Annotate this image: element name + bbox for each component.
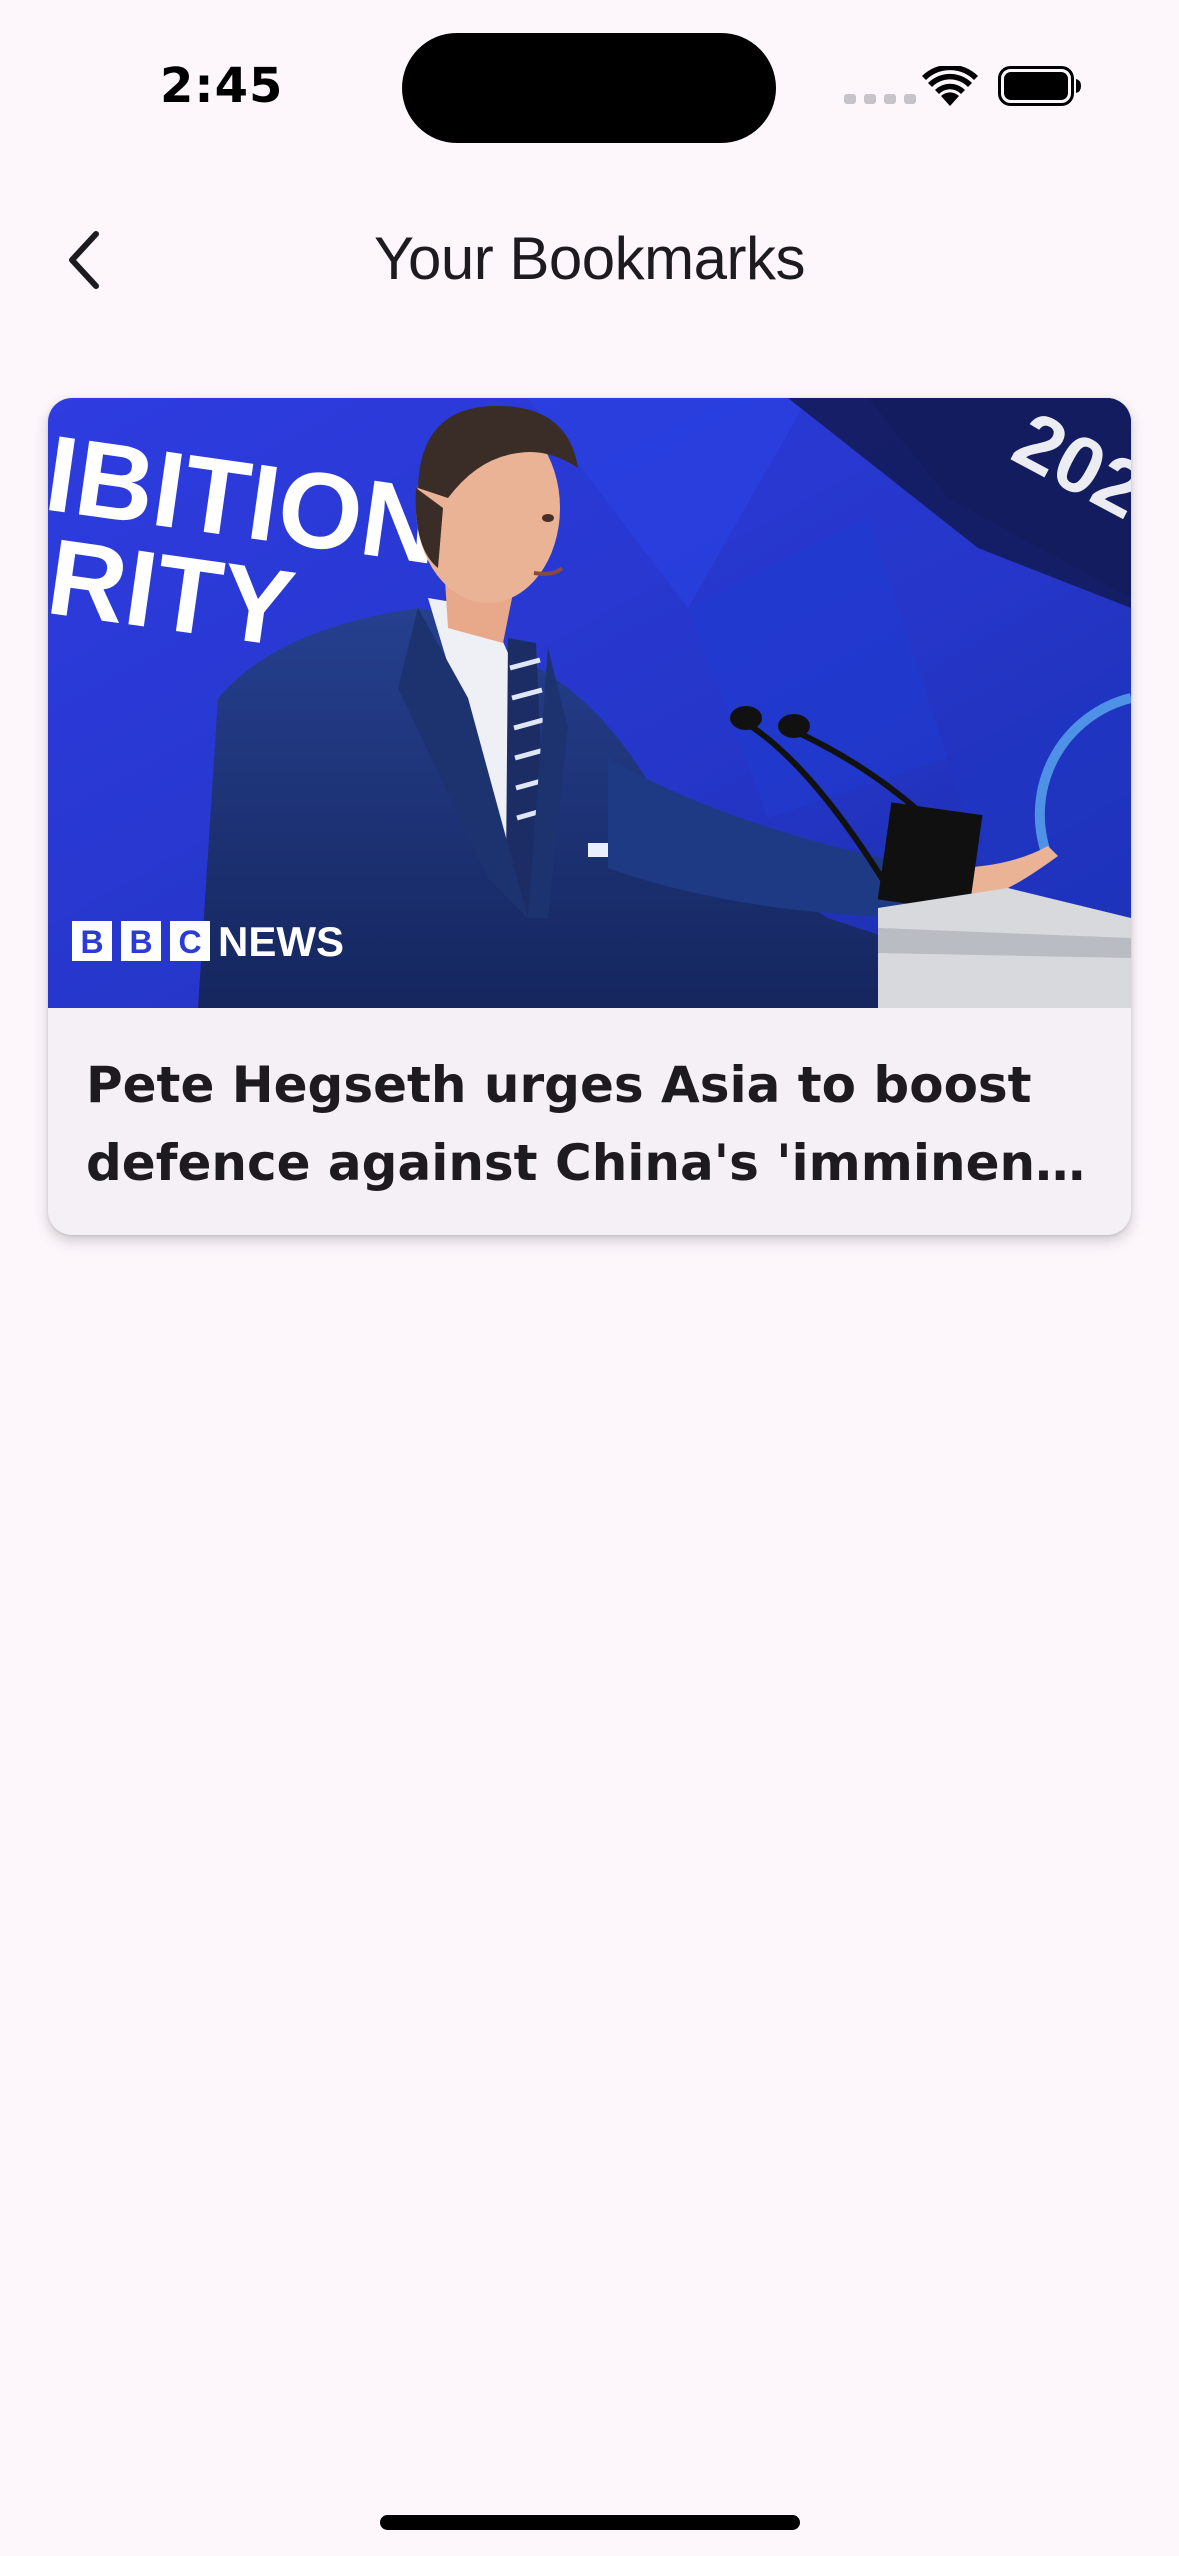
bookmark-card[interactable]: IBITIONS RITY 2025 B B C NEWS Pete Hegse… <box>48 398 1131 1235</box>
wifi-icon <box>922 66 978 106</box>
home-indicator[interactable] <box>380 2515 800 2530</box>
svg-text:B: B <box>129 924 152 960</box>
page-title: Your Bookmarks <box>374 225 806 292</box>
cellular-signal-icon <box>844 94 916 104</box>
svg-text:B: B <box>80 924 103 960</box>
article-image: IBITIONS RITY 2025 B B C NEWS <box>48 398 1131 1008</box>
svg-text:NEWS: NEWS <box>218 918 344 965</box>
battery-icon <box>998 66 1081 106</box>
status-time: 2:45 <box>160 58 284 114</box>
svg-text:C: C <box>178 924 201 960</box>
article-headline: Pete Hegseth urges Asia to boost defence… <box>86 1056 1075 1192</box>
dynamic-island <box>402 33 776 143</box>
